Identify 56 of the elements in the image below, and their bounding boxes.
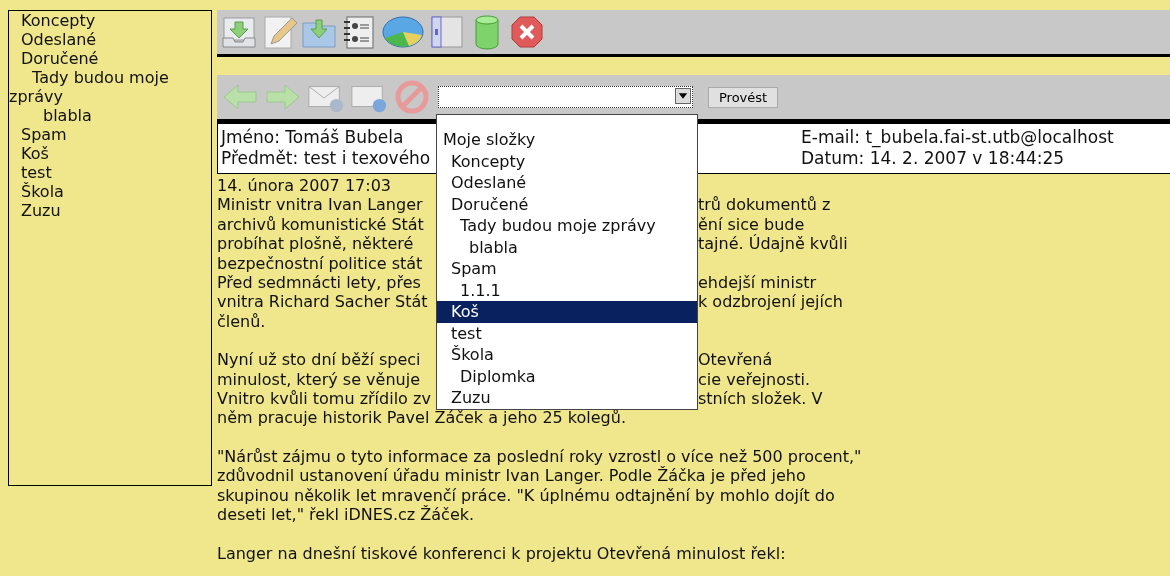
close-icon[interactable] <box>509 14 545 50</box>
folder-item[interactable]: Koš <box>9 144 211 163</box>
message-paragraph: Langer na dnešní tiskové konferenci k projektu Otevřená minulost řekl: <box>217 543 787 563</box>
folder-option[interactable]: Škola <box>437 344 697 366</box>
address-book-icon[interactable] <box>341 14 377 50</box>
message-text: ění sice bude <box>698 214 805 234</box>
tray-download-icon[interactable] <box>221 14 257 50</box>
folder-item[interactable]: Koncepty <box>9 11 211 30</box>
folder-option[interactable]: Zuzu <box>437 387 697 409</box>
message-text: cie veřejnosti. <box>698 369 811 390</box>
message-text: k odzbrojení jejích <box>698 292 843 312</box>
message-text: Nyní už sto dní běží speci <box>217 350 422 370</box>
message-text: Ministr vnitra Ivan Langer <box>217 195 424 215</box>
folder-item[interactable]: Odeslané <box>9 30 211 49</box>
message-text: členů. <box>217 311 266 332</box>
folder-option[interactable]: Odeslané <box>437 172 697 194</box>
folder-option[interactable]: Doručené <box>437 193 697 215</box>
date-text: Datum: 14. 2. 2007 v 18:44:25 <box>801 148 1065 169</box>
message-date: 14. února 2007 17:03 <box>217 176 391 195</box>
message-text: vnitra Richard Sacher Stát <box>217 292 429 312</box>
message-text: stních složek. V <box>698 389 823 409</box>
message-text: minulost, který se věnuje <box>217 369 421 390</box>
message-text: trů dokumentů z <box>698 195 831 215</box>
folder-option[interactable]: Koš <box>437 301 697 323</box>
folder-option[interactable]: Moje složky <box>437 129 697 151</box>
folder-item[interactable]: Škola <box>9 182 211 201</box>
folder-option[interactable]: test <box>437 322 697 344</box>
folder-option[interactable]: Tady budou moje zprávy <box>437 215 697 237</box>
folder-option[interactable]: Spam <box>437 258 697 280</box>
folder-item[interactable]: blabla <box>9 106 211 125</box>
email-address: E-mail: t_bubela.fai-st.utb@localhost <box>801 127 1114 148</box>
message-text: probíhat plošně, některé <box>217 234 415 254</box>
message-text: Otevřená <box>698 350 773 370</box>
subject-text: Předmět: test i texového <box>221 148 431 169</box>
message-text: Vnitro kvůli tomu zřídilo zv <box>217 389 432 409</box>
no-entry-icon[interactable] <box>393 79 431 115</box>
folder-item[interactable]: test <box>9 163 211 182</box>
message-text: Před sedmnácti lety, přes <box>217 273 422 293</box>
message-text: bezpečnostní politice stát <box>217 253 424 274</box>
panel-icon[interactable] <box>429 14 465 50</box>
folder-item[interactable]: Doručené <box>9 49 211 68</box>
folder-item[interactable]: Spam <box>9 125 211 144</box>
sender-name: Jméno: Tomáš Bubela <box>221 127 404 148</box>
submit-button[interactable]: Provést <box>708 86 779 108</box>
folder-select[interactable] <box>438 86 693 108</box>
folder-option[interactable]: blabla <box>437 236 697 258</box>
message-text: tajné. Údajně kvůli <box>698 234 848 254</box>
folder-option[interactable]: Diplomka <box>437 365 697 387</box>
message-text: něm pracuje historik Pavel Žáček a jeho 25 kolegů. <box>217 408 626 428</box>
folder-item[interactable]: Zuzu <box>9 201 211 220</box>
pencil-document-icon[interactable] <box>261 14 297 50</box>
folder-option[interactable]: 1.1.1 <box>437 279 697 301</box>
message-text: archivů komunistické Stát <box>217 214 425 235</box>
message-text: ehdejší ministr <box>698 273 817 293</box>
message-paragraph: "Nárůst zájmu o tyto informace za poslední roky vzrostl o více než 500 procent," zdůvodnil ustanovení úřadu ministr Ivan Langer. Podle Žáčka je před jeho skupinou několik let mravenčí práce. "K úplnému odtajnění by mohlo dojít do deseti let," řekl iDNES.cz Žáček. <box>217 446 863 525</box>
folder-option[interactable]: Koncepty <box>437 150 697 172</box>
